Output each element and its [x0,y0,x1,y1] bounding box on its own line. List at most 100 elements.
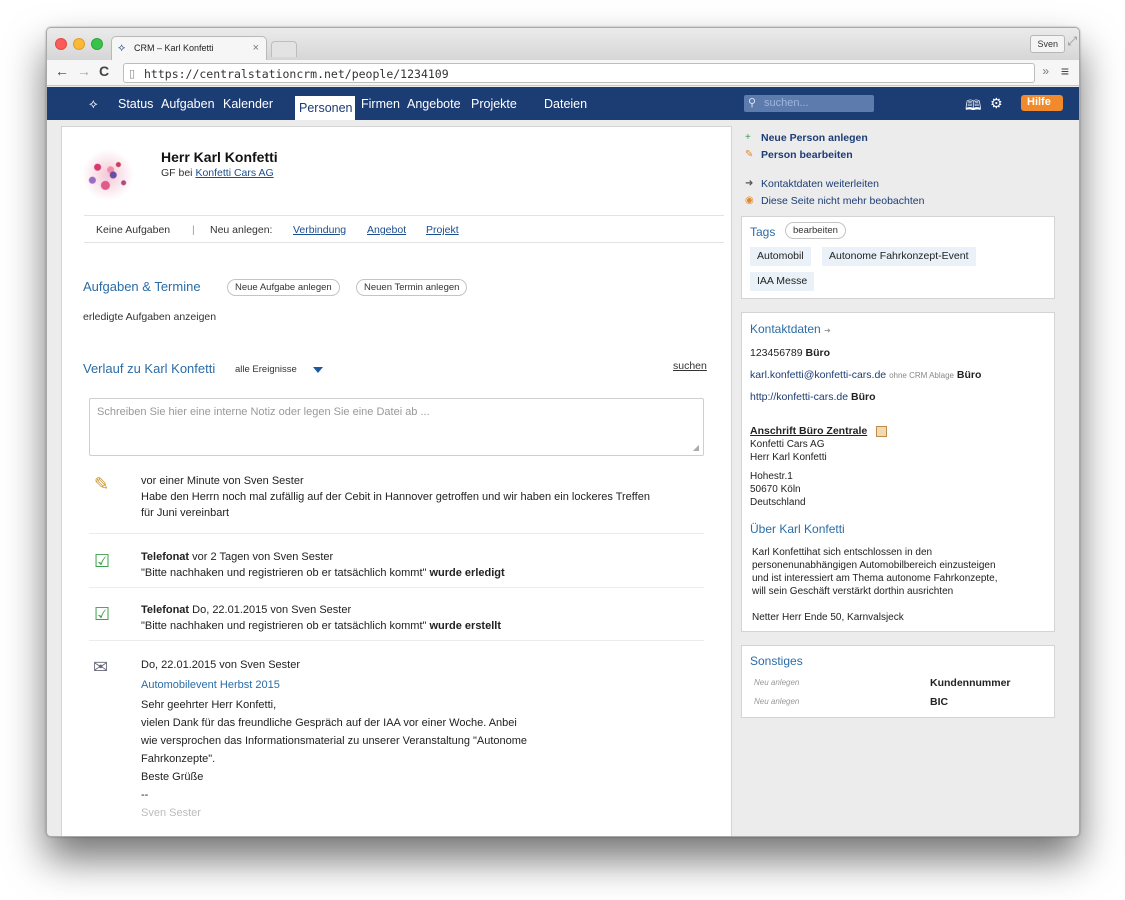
email-signature: Sven Sester [141,807,201,819]
unwatch-page-link[interactable]: Diese Seite nicht mehr beobachten [761,195,924,207]
nav-status[interactable]: Status [118,97,153,111]
note-pencil-icon: ✎ [94,474,110,494]
nav-aufgaben[interactable]: Aufgaben [161,97,215,111]
address-title[interactable]: Anschrift Büro Zentrale [750,425,867,437]
new-tab-button[interactable] [271,41,297,57]
event-type: Telefonat [141,551,190,563]
search-icon: ⚲ [748,97,757,109]
browser-toolbar: ← → C ▯ https://centralstationcrm.net/pe… [47,60,1079,86]
new-connection-link[interactable]: Verbindung [293,224,346,236]
tag-iaa-messe[interactable]: IAA Messe [750,272,815,291]
help-button[interactable]: Hilfe [1021,95,1063,111]
search-placeholder: suchen... [764,97,809,109]
unwatch-icon: ◉ [745,195,754,206]
tag-autonome-fahrkonzept[interactable]: Autonome Fahrkonzept-Event [822,247,976,266]
about-text: personenunabhängigen Automobilbereich ei… [752,560,996,571]
search-input[interactable]: ⚲ suchen... [744,95,874,112]
avatar [82,149,134,201]
phone-number[interactable]: 123456789 [750,347,803,359]
zoom-window-button[interactable] [91,38,103,50]
reload-icon[interactable]: C [99,63,109,79]
email-link[interactable]: karl.konfetti@konfetti-cars.de [750,369,886,381]
misc-label-bic: BIC [930,696,949,708]
company-link[interactable]: Konfetti Cars AG [195,167,273,179]
menu-icon[interactable]: ≡ [1061,63,1069,79]
new-label: Neu anlegen: [210,224,273,236]
nav-angebote[interactable]: Angebote [407,97,461,111]
app-logo-icon[interactable]: ⟡ [89,96,98,112]
history-search-link[interactable]: suchen [673,360,707,372]
nav-dateien[interactable]: Dateien [544,97,587,111]
email-subject-link[interactable]: Automobilevent Herbst 2015 [141,676,527,694]
about-text: und ist interessiert am Thema autonome F… [752,573,998,584]
nav-firmen[interactable]: Firmen [361,97,400,111]
web-link[interactable]: http://konfetti-cars.de [750,391,848,403]
misc-new-placeholder[interactable]: Neu anlegen [754,678,799,687]
note-textarea[interactable]: Schreiben Sie hier eine interne Notiz od… [89,398,704,456]
resize-handle-icon[interactable]: ◢ [693,443,699,452]
fullscreen-icon[interactable]: ⤢ [1067,34,1077,49]
profile-button[interactable]: Sven [1030,35,1065,53]
event-email: Do, 22.01.2015 von Sven Sester Automobil… [141,656,527,822]
filter-dropdown-icon[interactable] [313,367,323,373]
forward-icon: ➜ [745,178,754,189]
forward-small-icon[interactable]: ➜ [824,326,831,335]
email-label: Büro [956,369,982,381]
minimize-window-button[interactable] [73,38,85,50]
address-line: Herr Karl Konfetti [750,452,827,463]
note-placeholder: Schreiben Sie hier eine interne Notiz od… [97,406,430,418]
task-created-icon: ☑ [94,604,111,624]
person-role: GF bei Konfetti Cars AG [161,167,274,179]
crm-logo-icon: ⟡ [118,42,126,54]
new-person-link[interactable]: Neue Person anlegen [761,132,868,144]
new-offer-link[interactable]: Angebot [367,224,406,236]
address-line: Hohestr.1 [750,471,793,482]
person-actions-row: Keine Aufgaben | Neu anlegen: Verbindung… [84,215,724,243]
gear-icon[interactable]: ⚙ [990,95,1003,112]
contact-title-text: Kontaktdaten [750,322,821,336]
extensions-icon[interactable]: » [1042,64,1049,78]
divider [89,640,704,641]
event-note: vor einer Minute von Sven Sester Habe de… [141,473,650,521]
email-body: Fahrkonzepte". [141,753,216,765]
forward-arrow-icon[interactable]: → [77,63,91,79]
event-type: Telefonat [141,604,190,616]
show-done-tasks-link[interactable]: erledigte Aufgaben anzeigen [83,311,216,323]
edit-tags-button[interactable]: bearbeiten [785,222,846,239]
misc-new-placeholder[interactable]: Neu anlegen [754,697,799,706]
edit-person-link[interactable]: Person bearbeiten [761,149,853,161]
about-text: Karl Konfettihat sich entschlossen in de… [752,547,933,558]
nav-kalender[interactable]: Kalender [223,97,273,111]
email-greeting: Sehr geehrter Herr Konfetti, [141,699,277,711]
map-icon[interactable] [876,425,888,437]
close-window-button[interactable] [55,38,67,50]
back-arrow-icon[interactable]: ← [55,63,69,79]
divider [89,533,704,534]
event-status: wurde erstellt [429,620,501,632]
browser-tab[interactable]: ⟡ CRM – Karl Konfetti × [111,36,267,60]
address-bar[interactable]: ▯ https://centralstationcrm.net/people/1… [123,63,1035,83]
about-title: Über Karl Konfetti [750,522,845,536]
history-filter[interactable]: alle Ereignisse [235,364,297,375]
forward-contact-link[interactable]: Kontaktdaten weiterleiten [761,178,879,190]
url-text: https://centralstationcrm.net/people/123… [144,67,449,81]
nav-personen[interactable]: Personen [295,96,355,120]
contact-email: karl.konfetti@konfetti-cars.de ohne CRM … [750,369,981,382]
tag-automobil[interactable]: Automobil [750,247,811,266]
misc-title: Sonstiges [750,654,803,668]
contact-title: Kontaktdaten ➜ [750,322,831,336]
book-icon[interactable]: 🕮 [965,95,982,119]
completed-task-icon: ☑ [94,551,111,571]
close-tab-icon[interactable]: × [253,42,259,54]
event-call-created: Telefonat Do, 22.01.2015 von Sven Sester… [141,602,501,634]
browser-window: ⟡ CRM – Karl Konfetti × Sven ⤢ ← → C ▯ h… [46,27,1080,837]
divider [89,587,704,588]
role-prefix: GF bei [161,167,193,179]
new-appointment-button[interactable]: Neuen Termin anlegen [356,279,468,296]
misc-box: Sonstiges Neu anlegen Kundennummer Neu a… [741,645,1055,718]
new-task-button[interactable]: Neue Aufgabe anlegen [227,279,340,296]
app-navigation: ⟡ Status Aufgaben Kalender Personen Firm… [47,87,1079,120]
tasks-title: Aufgaben & Termine [83,279,201,294]
new-project-link[interactable]: Projekt [426,224,459,236]
nav-projekte[interactable]: Projekte [471,97,517,111]
